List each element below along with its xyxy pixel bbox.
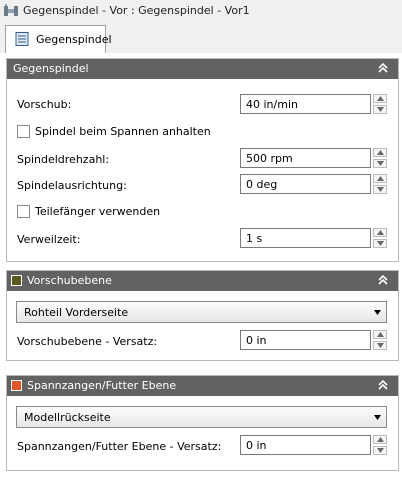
color-swatch: [11, 380, 22, 391]
spin-up-button[interactable]: [373, 228, 387, 237]
spin-down-button[interactable]: [373, 239, 387, 248]
chevron-down-icon: [374, 310, 381, 315]
spin-down-button[interactable]: [373, 159, 387, 168]
document-list-icon: [15, 32, 29, 46]
double-chevron-up-icon[interactable]: [376, 378, 390, 392]
panel-title: Spannzangen/Futter Ebene: [27, 379, 177, 392]
dropdown-value: Modellrückseite: [24, 411, 111, 424]
spin-down-button[interactable]: [373, 185, 387, 194]
spindel-anhalten-checkbox[interactable]: [17, 125, 30, 138]
tab-label: Gegenspindel: [36, 33, 112, 46]
spannzangen-versatz-label: Spannzangen/Futter Ebene - Versatz:: [17, 440, 222, 453]
double-chevron-up-icon[interactable]: [376, 61, 390, 75]
dropdown-value: Rohteil Vorderseite: [24, 306, 129, 319]
vorschubebene-versatz-input[interactable]: [240, 330, 371, 350]
panel-title: Gegenspindel: [13, 62, 89, 75]
panel-header: Spannzangen/Futter Ebene: [7, 376, 398, 396]
ausrichtung-label: Spindelausrichtung:: [17, 179, 127, 192]
verweilzeit-label: Verweilzeit:: [17, 233, 81, 246]
panel-gegenspindel: Gegenspindel Vorschub: Spindel beim Span…: [6, 58, 399, 262]
vorschubebene-versatz-label: Vorschubebene - Versatz:: [17, 335, 158, 348]
spin-down-button[interactable]: [373, 105, 387, 114]
panel-spannzangen: Spannzangen/Futter Ebene Modellrückseite…: [6, 375, 399, 471]
vorschubebene-versatz-spinner: [240, 330, 387, 350]
ausrichtung-spinner: [240, 174, 387, 194]
spannzangen-dropdown[interactable]: Modellrückseite: [16, 406, 387, 428]
vorschub-input[interactable]: [240, 94, 371, 114]
drehzahl-input[interactable]: [240, 148, 371, 168]
spin-up-button[interactable]: [373, 330, 387, 339]
drehzahl-label: Spindeldrehzahl:: [17, 153, 110, 166]
vorschub-label: Vorschub:: [17, 98, 72, 111]
tab-gegenspindel[interactable]: Gegenspindel: [5, 25, 112, 53]
panel-header: Gegenspindel: [7, 59, 398, 79]
drehzahl-spinner: [240, 148, 387, 168]
spin-up-button[interactable]: [373, 148, 387, 157]
verweilzeit-spinner: [240, 228, 387, 248]
spannzangen-versatz-input[interactable]: [240, 435, 371, 455]
teilefaenger-label: Teilefänger verwenden: [35, 205, 161, 218]
spin-up-button[interactable]: [373, 435, 387, 444]
teilefaenger-checkbox[interactable]: [17, 205, 30, 218]
content-area: Gegenspindel Vorschub: Spindel beim Span…: [0, 53, 402, 477]
spin-down-button[interactable]: [373, 446, 387, 455]
verweilzeit-input[interactable]: [240, 228, 371, 248]
chevron-down-icon: [374, 415, 381, 420]
color-swatch: [11, 275, 22, 286]
window-title: Gegenspindel - Vor : Gegenspindel - Vor1: [23, 4, 250, 17]
spannzangen-versatz-spinner: [240, 435, 387, 455]
spin-down-button[interactable]: [373, 341, 387, 350]
title-bar: Gegenspindel - Vor : Gegenspindel - Vor1: [0, 0, 402, 22]
vorschubebene-dropdown[interactable]: Rohteil Vorderseite: [16, 301, 387, 323]
vorschub-spinner: [240, 94, 387, 114]
spin-up-button[interactable]: [373, 174, 387, 183]
ausrichtung-input[interactable]: [240, 174, 371, 194]
spindle-operation-icon: [4, 4, 18, 16]
panel-title: Vorschubebene: [27, 274, 112, 287]
panel-vorschubebene: Vorschubebene Rohteil Vorderseite Vorsch…: [6, 270, 399, 361]
double-chevron-up-icon[interactable]: [376, 273, 390, 287]
spindel-anhalten-label: Spindel beim Spannen anhalten: [35, 125, 211, 138]
panel-header: Vorschubebene: [7, 271, 398, 291]
tab-strip: Gegenspindel: [0, 22, 402, 54]
spin-up-button[interactable]: [373, 94, 387, 103]
